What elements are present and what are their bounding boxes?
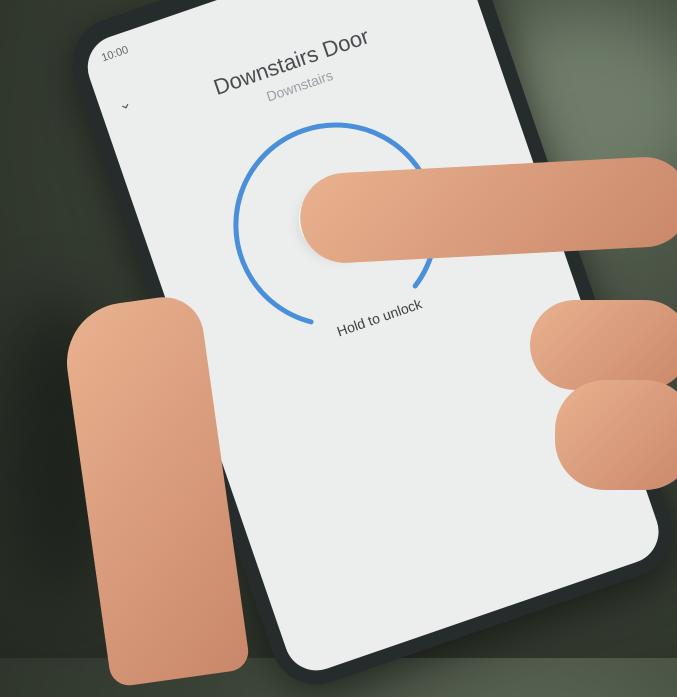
right-fingers [530, 300, 677, 390]
photo-scene: 10:00 ▼◢▮ ⌂ ⚙ ⋮ ⌄ Downstairs Door Downst… [0, 0, 677, 697]
right-fingers-lower [555, 380, 677, 490]
status-time: 10:00 [100, 43, 130, 65]
home-icon[interactable]: ⌂ [370, 0, 394, 3]
pointing-finger [297, 154, 677, 266]
